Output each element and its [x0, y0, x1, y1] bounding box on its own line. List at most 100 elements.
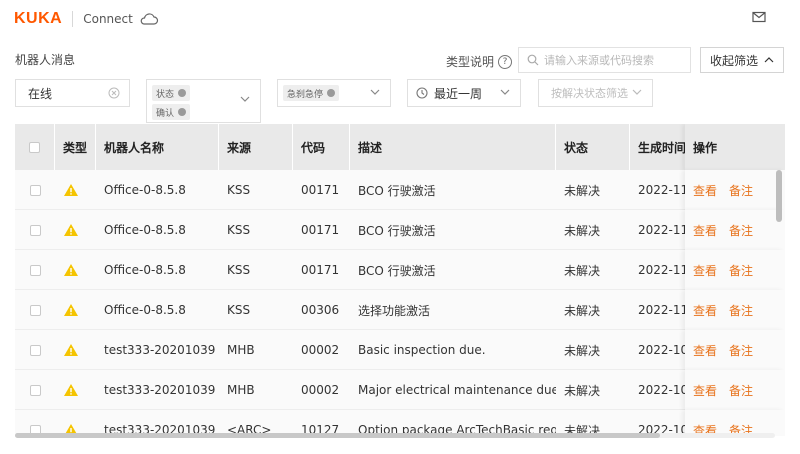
note-link[interactable]: 备注: [729, 302, 753, 319]
source-cell: KSS: [227, 263, 251, 277]
vertical-scrollbar[interactable]: [776, 170, 782, 222]
note-link[interactable]: 备注: [729, 182, 753, 199]
warning-icon: [64, 304, 78, 316]
table-row[interactable]: Office-0-8.5.8 KSS 00171 BCO 行驶激活 未解决 2022-11…: [15, 170, 785, 210]
view-link[interactable]: 查看: [693, 262, 717, 279]
status-cell: 未解决: [564, 263, 601, 278]
table-row[interactable]: test333-20201039 MHB 00002 Basic inspection…: [15, 330, 785, 370]
row-checkbox[interactable]: [29, 184, 41, 196]
row-select-cell: [15, 330, 55, 370]
period-filter[interactable]: 最近一周: [407, 79, 521, 107]
filter-tag[interactable]: 状态: [152, 85, 191, 101]
type-cell: [55, 330, 96, 370]
row-select-cell: [15, 210, 55, 250]
table-row[interactable]: Office-0-8.5.8 KSS 00171 BCO 行驶激活 未解决 2022-11…: [15, 210, 785, 250]
online-filter[interactable]: 在线: [15, 79, 130, 107]
note-link[interactable]: 备注: [729, 342, 753, 359]
search-input[interactable]: 请输入来源或代码搜索: [518, 47, 691, 73]
description-cell: BCO 行驶激活: [358, 183, 436, 198]
divider: [72, 11, 74, 27]
remove-tag-icon[interactable]: [178, 108, 187, 116]
warning-icon: [64, 184, 78, 196]
table-row[interactable]: Office-0-8.5.8 KSS 00306 选择功能激活 未解决 2022-11- 查…: [15, 290, 785, 330]
code-cell: 00171: [301, 183, 340, 197]
collapse-filter-button[interactable]: 收起筛选: [700, 47, 784, 73]
search-placeholder: 请输入来源或代码搜索: [544, 54, 654, 67]
robot-name-cell: Office-0-8.5.8: [104, 223, 186, 237]
type-help-label: 类型说明: [446, 55, 495, 69]
type-cell: [55, 370, 96, 410]
actions-cell: 查看 备注: [685, 170, 785, 210]
note-link[interactable]: 备注: [729, 262, 753, 279]
column-header-source[interactable]: 来源: [219, 124, 293, 170]
clock-icon: [416, 87, 428, 99]
column-header-code[interactable]: 代码: [293, 124, 350, 170]
type-cell: [55, 170, 96, 210]
description-cell: Basic inspection due.: [358, 343, 486, 357]
column-header-robot-name[interactable]: 机器人名称: [96, 124, 219, 170]
chevron-down-icon: [632, 89, 642, 95]
filter-tag[interactable]: 急刹急停: [283, 85, 340, 101]
code-cell: 00171: [301, 223, 340, 237]
row-select-cell: [15, 370, 55, 410]
status-cell: 未解决: [564, 183, 601, 198]
warning-icon: [64, 344, 78, 356]
actions-cell: 查看 备注: [685, 330, 785, 370]
horizontal-scrollbar[interactable]: [15, 433, 660, 438]
filter-tag[interactable]: 确认: [152, 104, 191, 120]
resolve-placeholder: 按解决状态筛选: [551, 87, 628, 100]
status-filter[interactable]: 状态 确认: [146, 79, 261, 123]
messages-table: 类型 机器人名称 来源 代码 描述 状态 生成时间 操作 Office-0-8.…: [15, 124, 785, 436]
tag-label: 确认: [156, 108, 175, 119]
robot-name-cell: test333-20201039: [104, 383, 216, 397]
chevron-down-icon: [370, 89, 380, 95]
select-all-checkbox[interactable]: [29, 141, 40, 153]
row-checkbox[interactable]: [29, 264, 41, 276]
type-help[interactable]: 类型说明 ?: [446, 53, 513, 70]
note-link[interactable]: 备注: [729, 222, 753, 239]
view-link[interactable]: 查看: [693, 382, 717, 399]
type-cell: [55, 250, 96, 290]
column-header-description[interactable]: 描述: [350, 124, 556, 170]
row-checkbox[interactable]: [29, 304, 41, 316]
view-link[interactable]: 查看: [693, 302, 717, 319]
actions-cell: 查看 备注: [685, 210, 785, 250]
resolve-status-filter[interactable]: 按解决状态筛选: [538, 79, 653, 107]
remove-tag-icon[interactable]: [178, 89, 187, 97]
search-icon: [527, 54, 539, 66]
question-icon[interactable]: ?: [498, 54, 513, 69]
robot-name-cell: Office-0-8.5.8: [104, 183, 186, 197]
chevron-down-icon: [240, 96, 250, 102]
code-cell: 00306: [301, 303, 340, 317]
remove-tag-icon[interactable]: [327, 89, 336, 97]
source-cell: KSS: [227, 223, 251, 237]
actions-cell: 查看 备注: [685, 370, 785, 410]
description-cell: BCO 行驶激活: [358, 223, 436, 238]
table-row[interactable]: Office-0-8.5.8 KSS 00171 BCO 行驶激活 未解决 2022-11…: [15, 250, 785, 290]
actions-cell: 查看 备注: [685, 290, 785, 330]
warning-icon: [64, 224, 78, 236]
app-name: Connect: [83, 12, 133, 26]
warning-icon: [64, 384, 78, 396]
view-link[interactable]: 查看: [693, 222, 717, 239]
robot-name-cell: Office-0-8.5.8: [104, 263, 186, 277]
collapse-label: 收起筛选: [709, 53, 758, 68]
select-all-cell: [15, 124, 55, 170]
row-checkbox[interactable]: [29, 224, 41, 236]
view-link[interactable]: 查看: [693, 342, 717, 359]
row-checkbox[interactable]: [29, 344, 41, 356]
view-link[interactable]: 查看: [693, 182, 717, 199]
column-header-status[interactable]: 状态: [556, 124, 630, 170]
column-header-type[interactable]: 类型: [55, 124, 96, 170]
description-cell: 选择功能激活: [358, 303, 431, 318]
note-link[interactable]: 备注: [729, 382, 753, 399]
kuka-logo[interactable]: KUKA: [14, 10, 62, 28]
source-cell: KSS: [227, 303, 251, 317]
clear-icon[interactable]: [108, 87, 120, 99]
estop-filter[interactable]: 急刹急停: [277, 79, 391, 107]
mail-icon[interactable]: [752, 11, 766, 26]
status-cell: 未解决: [564, 383, 601, 398]
row-checkbox[interactable]: [29, 384, 41, 396]
source-cell: KSS: [227, 183, 251, 197]
table-row[interactable]: test333-20201039 MHB 00002 Major electrical…: [15, 370, 785, 410]
